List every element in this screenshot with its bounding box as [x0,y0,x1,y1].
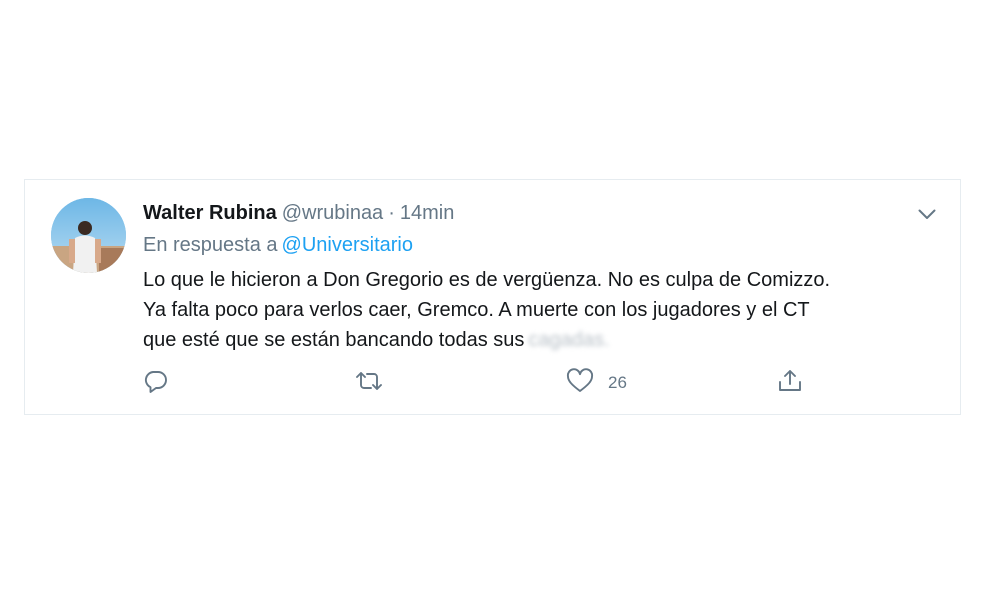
reply-mention-link[interactable]: @Universitario [282,234,413,256]
tweet-card[interactable]: Walter Rubina @wrubinaa · 14min En respuest… [24,179,961,415]
author-handle[interactable]: @wrubinaa [282,202,383,224]
chevron-down-icon[interactable] [914,201,940,227]
share-icon [777,368,803,399]
tweet-header: Walter Rubina @wrubinaa · 14min [143,201,454,225]
tweet-timestamp[interactable]: 14min [400,202,454,224]
author-name[interactable]: Walter Rubina [143,202,277,224]
reply-prefix: En respuesta a [143,234,278,256]
tweet-text: Lo que le hicieron a Don Gregorio es de … [143,265,943,355]
tweet-text-line: Lo que le hicieron a Don Gregorio es de … [143,269,831,291]
avatar[interactable] [51,198,126,273]
tweet-actions: 26 [143,367,923,399]
reply-icon [143,368,169,399]
separator-dot: · [388,202,395,224]
tweet-text-line: Ya falta poco para verlos caer, Gremco. … [143,299,810,321]
retweet-button[interactable] [354,368,384,398]
reply-button[interactable] [143,368,169,398]
tweet-text-line: que esté que se están bancando todas sus… [143,329,610,351]
like-button[interactable]: 26 [566,367,627,399]
reply-context: En respuesta a @Universitario [143,233,413,257]
heart-icon [566,367,594,399]
like-count: 26 [608,373,627,392]
share-button[interactable] [777,368,803,398]
blurred-word: cagadas. [528,329,610,351]
retweet-icon [354,368,384,399]
